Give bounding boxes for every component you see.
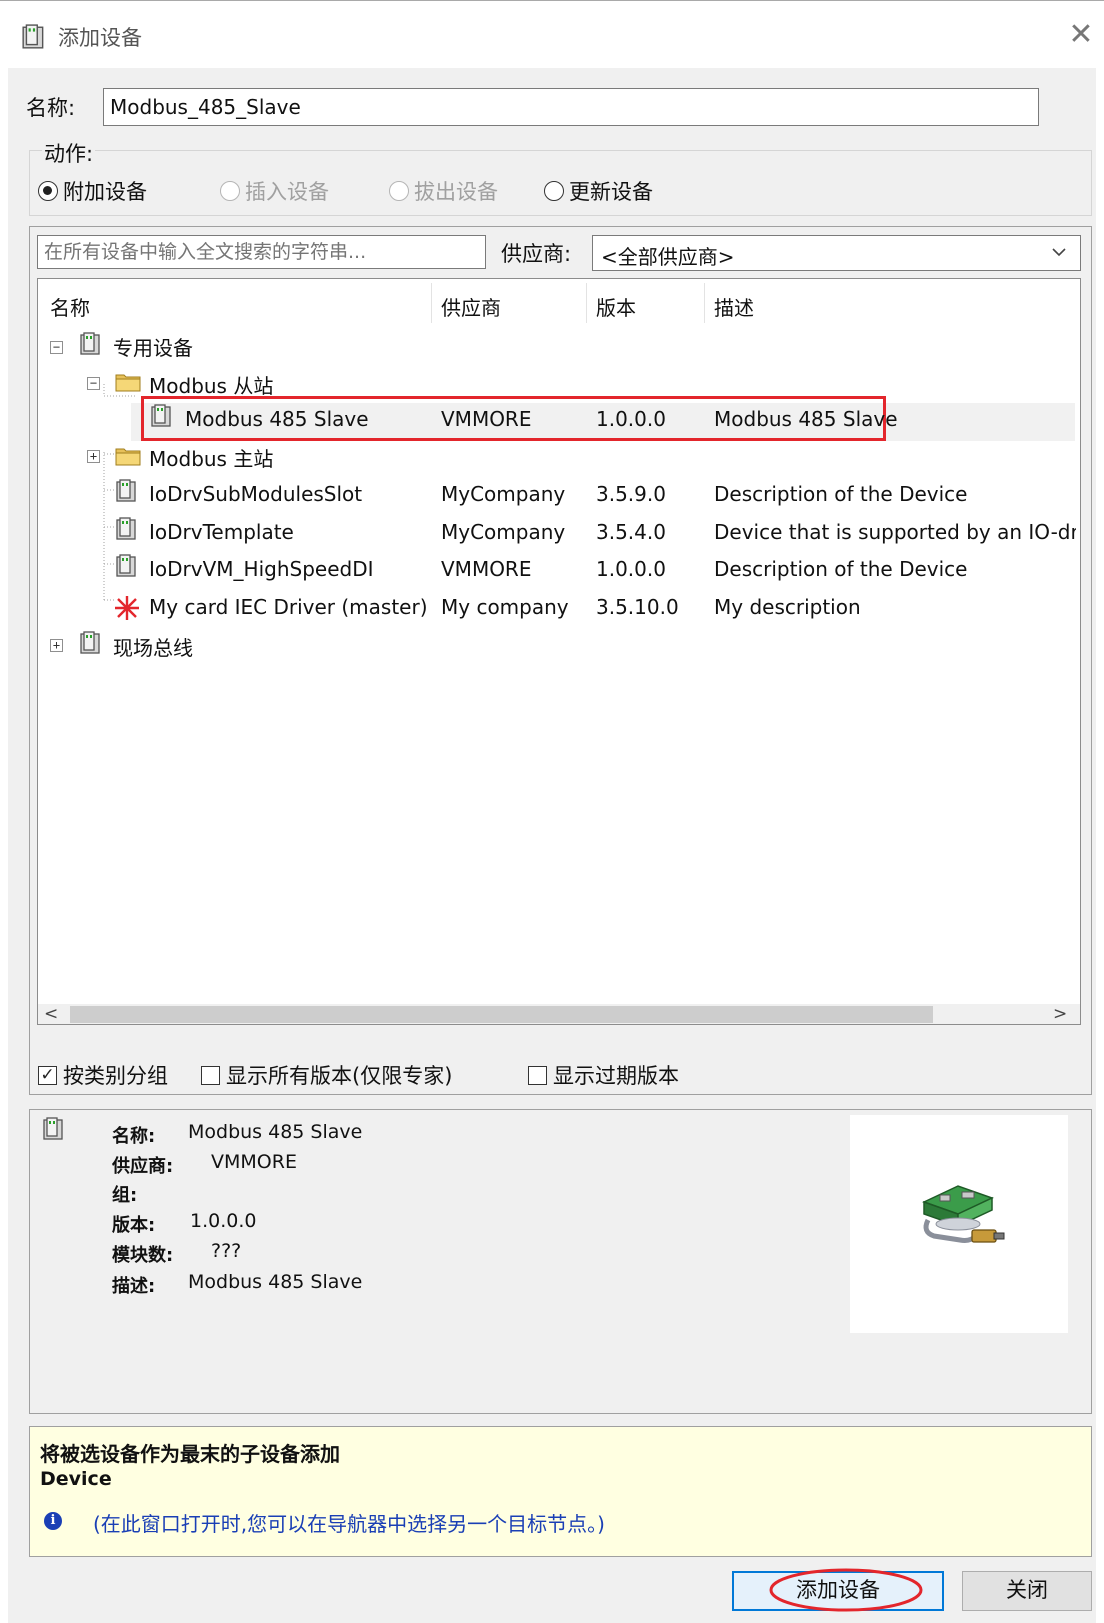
device-icon xyxy=(80,332,100,355)
detail-description-label: 描述: xyxy=(112,1276,156,1297)
red-asterisk-icon xyxy=(115,596,139,620)
show-all-versions-checkbox[interactable]: 显示所有版本(仅限专家) xyxy=(201,1060,452,1090)
detail-modules-label: 模块数: xyxy=(112,1245,174,1266)
checkbox-label: 显示所有版本(仅限专家) xyxy=(226,1064,453,1088)
info-subtitle: Device xyxy=(40,1468,112,1490)
tree-node-modbus-master[interactable]: Modbus 主站 xyxy=(149,443,273,472)
radio-dot xyxy=(38,181,58,201)
detail-version-label: 版本: xyxy=(112,1215,156,1236)
tree-collapse-toggle[interactable]: − xyxy=(87,377,100,390)
table-row-vendor[interactable]: MyCompany xyxy=(441,520,565,544)
table-row-description[interactable]: Description of the Device xyxy=(714,557,967,581)
table-row-vendor[interactable]: VMMORE xyxy=(441,557,531,581)
radio-attach-device[interactable]: 附加设备 xyxy=(38,176,147,206)
table-row-version[interactable]: 3.5.10.0 xyxy=(596,595,679,619)
tree-node-modbus-slave[interactable]: Modbus 从站 xyxy=(149,370,273,399)
device-name-input[interactable] xyxy=(103,88,1039,126)
detail-description-value: Modbus 485 Slave xyxy=(188,1271,363,1293)
radio-dot xyxy=(389,181,409,201)
chevron-down-icon[interactable] xyxy=(1051,244,1067,260)
radio-label: 插入设备 xyxy=(245,180,329,204)
group-by-category-checkbox[interactable]: ✓ 按类别分组 xyxy=(38,1060,168,1090)
checkbox-box: ✓ xyxy=(38,1065,57,1085)
checkbox-box xyxy=(201,1065,220,1085)
show-expired-versions-checkbox[interactable]: 显示过期版本 xyxy=(528,1060,679,1090)
column-separator[interactable] xyxy=(586,283,587,323)
column-header-version[interactable]: 版本 xyxy=(596,292,636,321)
table-row-description[interactable]: My description xyxy=(714,595,861,619)
radio-update-device[interactable]: 更新设备 xyxy=(544,176,653,206)
table-row-description[interactable]: Device that is supported by an IO-driver… xyxy=(714,520,1076,544)
column-separator[interactable] xyxy=(704,283,705,323)
device-icon xyxy=(80,631,100,654)
action-label: 动作: xyxy=(42,138,96,168)
table-row-name[interactable]: My card IEC Driver (master) xyxy=(149,595,428,619)
column-header-name[interactable]: 名称 xyxy=(50,292,90,321)
radio-label: 拔出设备 xyxy=(414,180,498,204)
radio-plug-device[interactable]: 拔出设备 xyxy=(389,176,498,206)
scrollbar-thumb[interactable] xyxy=(70,1006,933,1023)
name-label: 名称: xyxy=(26,96,76,120)
fulltext-search-input[interactable] xyxy=(37,235,486,269)
detail-version-value: 1.0.0.0 xyxy=(190,1210,257,1232)
device-hardware-icon xyxy=(922,1185,1005,1243)
title-bar xyxy=(0,0,1104,68)
checkbox-label: 显示过期版本 xyxy=(553,1064,679,1088)
column-separator[interactable] xyxy=(431,283,432,323)
red-annotation-ellipse xyxy=(769,1568,923,1612)
table-row-description[interactable]: Description of the Device xyxy=(714,482,967,506)
table-row-version[interactable]: 1.0.0.0 xyxy=(596,407,666,431)
column-header-description[interactable]: 描述 xyxy=(714,292,754,321)
window-title: 添加设备 xyxy=(58,26,142,50)
checkbox-box xyxy=(528,1065,547,1085)
device-icon xyxy=(151,404,171,427)
folder-icon xyxy=(115,448,141,466)
detail-name-label: 名称: xyxy=(112,1126,156,1147)
tree-node-dedicated[interactable]: 专用设备 xyxy=(113,332,193,361)
device-icon xyxy=(43,1117,63,1140)
radio-insert-device[interactable]: 插入设备 xyxy=(220,176,329,206)
table-row-name[interactable]: IoDrvTemplate xyxy=(149,520,294,544)
scroll-right-arrow-icon[interactable]: > xyxy=(1053,1004,1067,1024)
table-row-version[interactable]: 1.0.0.0 xyxy=(596,557,666,581)
tree-expand-toggle[interactable]: + xyxy=(87,450,100,463)
table-row-vendor[interactable]: VMMORE xyxy=(441,407,531,431)
table-row-vendor[interactable]: My company xyxy=(441,595,569,619)
device-icon xyxy=(116,517,136,540)
info-note: (在此窗口打开时,您可以在导航器中选择另一个目标节点。) xyxy=(93,1512,605,1536)
detail-modules-value: ??? xyxy=(211,1240,242,1262)
detail-group-label: 组: xyxy=(112,1185,138,1206)
table-row-version[interactable]: 3.5.9.0 xyxy=(596,482,666,506)
vendor-select[interactable]: <全部供应商> xyxy=(592,235,1081,271)
radio-label: 附加设备 xyxy=(63,180,147,204)
device-icon xyxy=(116,479,136,502)
detail-name-value: Modbus 485 Slave xyxy=(188,1121,363,1143)
radio-dot xyxy=(544,181,564,201)
table-row-description[interactable]: Modbus 485 Slave xyxy=(714,407,898,431)
table-row-name[interactable]: IoDrvVM_HighSpeedDI xyxy=(149,557,374,581)
vendor-label: 供应商: xyxy=(501,242,572,266)
radio-dot xyxy=(220,181,240,201)
close-button[interactable]: 关闭 xyxy=(962,1571,1092,1611)
table-row-name[interactable]: Modbus 485 Slave xyxy=(185,407,369,431)
device-icon xyxy=(22,24,44,49)
column-header-vendor[interactable]: 供应商 xyxy=(441,292,501,321)
close-window-button[interactable]: ✕ xyxy=(1066,20,1096,50)
checkbox-label: 按类别分组 xyxy=(63,1064,168,1088)
folder-icon xyxy=(115,374,141,392)
radio-label: 更新设备 xyxy=(569,180,653,204)
info-icon: i xyxy=(44,1512,62,1530)
table-row-vendor[interactable]: MyCompany xyxy=(441,482,565,506)
table-row-version[interactable]: 3.5.4.0 xyxy=(596,520,666,544)
device-icon xyxy=(116,554,136,577)
tree-collapse-toggle[interactable]: − xyxy=(50,341,63,354)
info-title: 将被选设备作为最末的子设备添加 xyxy=(40,1442,340,1466)
table-row-name[interactable]: IoDrvSubModulesSlot xyxy=(149,482,362,506)
detail-vendor-label: 供应商: xyxy=(112,1156,174,1177)
vendor-select-value: <全部供应商> xyxy=(601,245,735,269)
scroll-left-arrow-icon[interactable]: < xyxy=(44,1004,58,1024)
detail-vendor-value: VMMORE xyxy=(211,1151,297,1173)
tree-node-fieldbus[interactable]: 现场总线 xyxy=(113,632,193,661)
tree-expand-toggle[interactable]: + xyxy=(50,639,63,652)
